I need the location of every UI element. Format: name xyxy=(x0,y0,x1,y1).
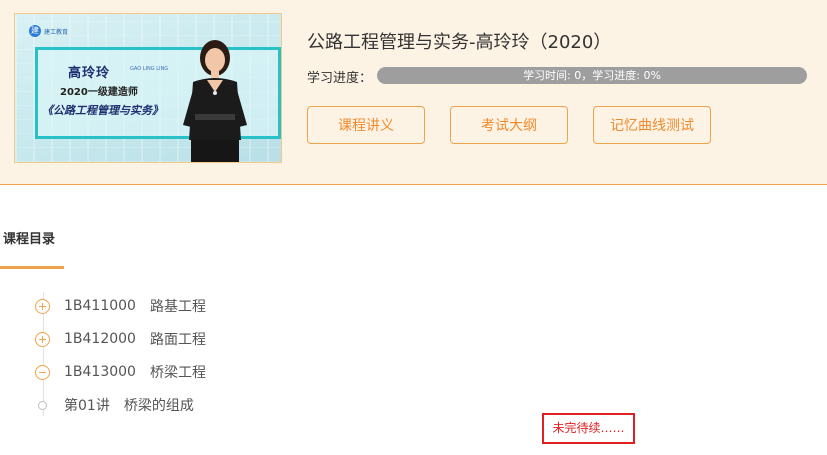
teacher-photo xyxy=(183,40,247,162)
course-header: 建 建工教育 高玲玲 GAO LING LING 2020一级建造师 《公路工程… xyxy=(0,0,827,185)
thumbnail-teacher-pinyin: GAO LING LING xyxy=(130,66,169,72)
syllabus-button[interactable]: 考试大纲 xyxy=(450,106,568,144)
lesson-dot-icon xyxy=(38,400,47,410)
lesson-code: 第01讲 xyxy=(64,398,110,414)
progress-bar: 学习时间: 0，学习进度: 0% xyxy=(377,67,807,84)
to-be-continued-note: 未完待续…… xyxy=(542,413,635,444)
handouts-button[interactable]: 课程讲义 xyxy=(307,106,425,144)
brand-logo-text: 建工教育 xyxy=(44,28,69,36)
thumbnail-subtitle: 2020一级建造师 xyxy=(60,87,138,98)
chapter-code: 1B412000 xyxy=(64,331,136,347)
chapter-item-3[interactable]: 1B413000 桥梁工程 xyxy=(35,362,206,382)
chapter-item-1[interactable]: 1B411000 路基工程 xyxy=(35,296,206,316)
chapter-code: 1B411000 xyxy=(64,298,136,314)
progress-label: 学习进度： xyxy=(307,71,373,86)
expand-plus-icon[interactable] xyxy=(35,298,50,314)
expand-plus-icon[interactable] xyxy=(35,331,50,347)
brand-logo-icon: 建 xyxy=(29,25,41,37)
chapter-item-2[interactable]: 1B412000 路面工程 xyxy=(35,329,206,349)
chapter-name: 路面工程 xyxy=(149,332,206,348)
collapse-minus-icon[interactable] xyxy=(35,364,50,380)
course-title: 公路工程管理与实务-高玲玲（2020） xyxy=(307,32,612,53)
thumbnail-teacher-name: 高玲玲 xyxy=(68,66,111,81)
catalog-title-underline xyxy=(0,266,64,269)
chapter-code: 1B413000 xyxy=(64,364,136,380)
thumbnail-course-name: 《公路工程管理与实务》 xyxy=(42,104,163,117)
brand-logo: 建 建工教育 xyxy=(29,24,89,38)
chapter-name: 路基工程 xyxy=(149,299,206,315)
course-thumbnail[interactable]: 建 建工教育 高玲玲 GAO LING LING 2020一级建造师 《公路工程… xyxy=(14,13,282,163)
lesson-item-1[interactable]: 第01讲 桥梁的组成 xyxy=(35,395,194,415)
lesson-name: 桥梁的组成 xyxy=(123,398,194,414)
catalog-title: 课程目录 xyxy=(3,232,56,247)
progress-text: 学习时间: 0，学习进度: 0% xyxy=(523,69,661,82)
chapter-name: 桥梁工程 xyxy=(149,365,206,381)
memory-test-button[interactable]: 记忆曲线测试 xyxy=(593,106,711,144)
